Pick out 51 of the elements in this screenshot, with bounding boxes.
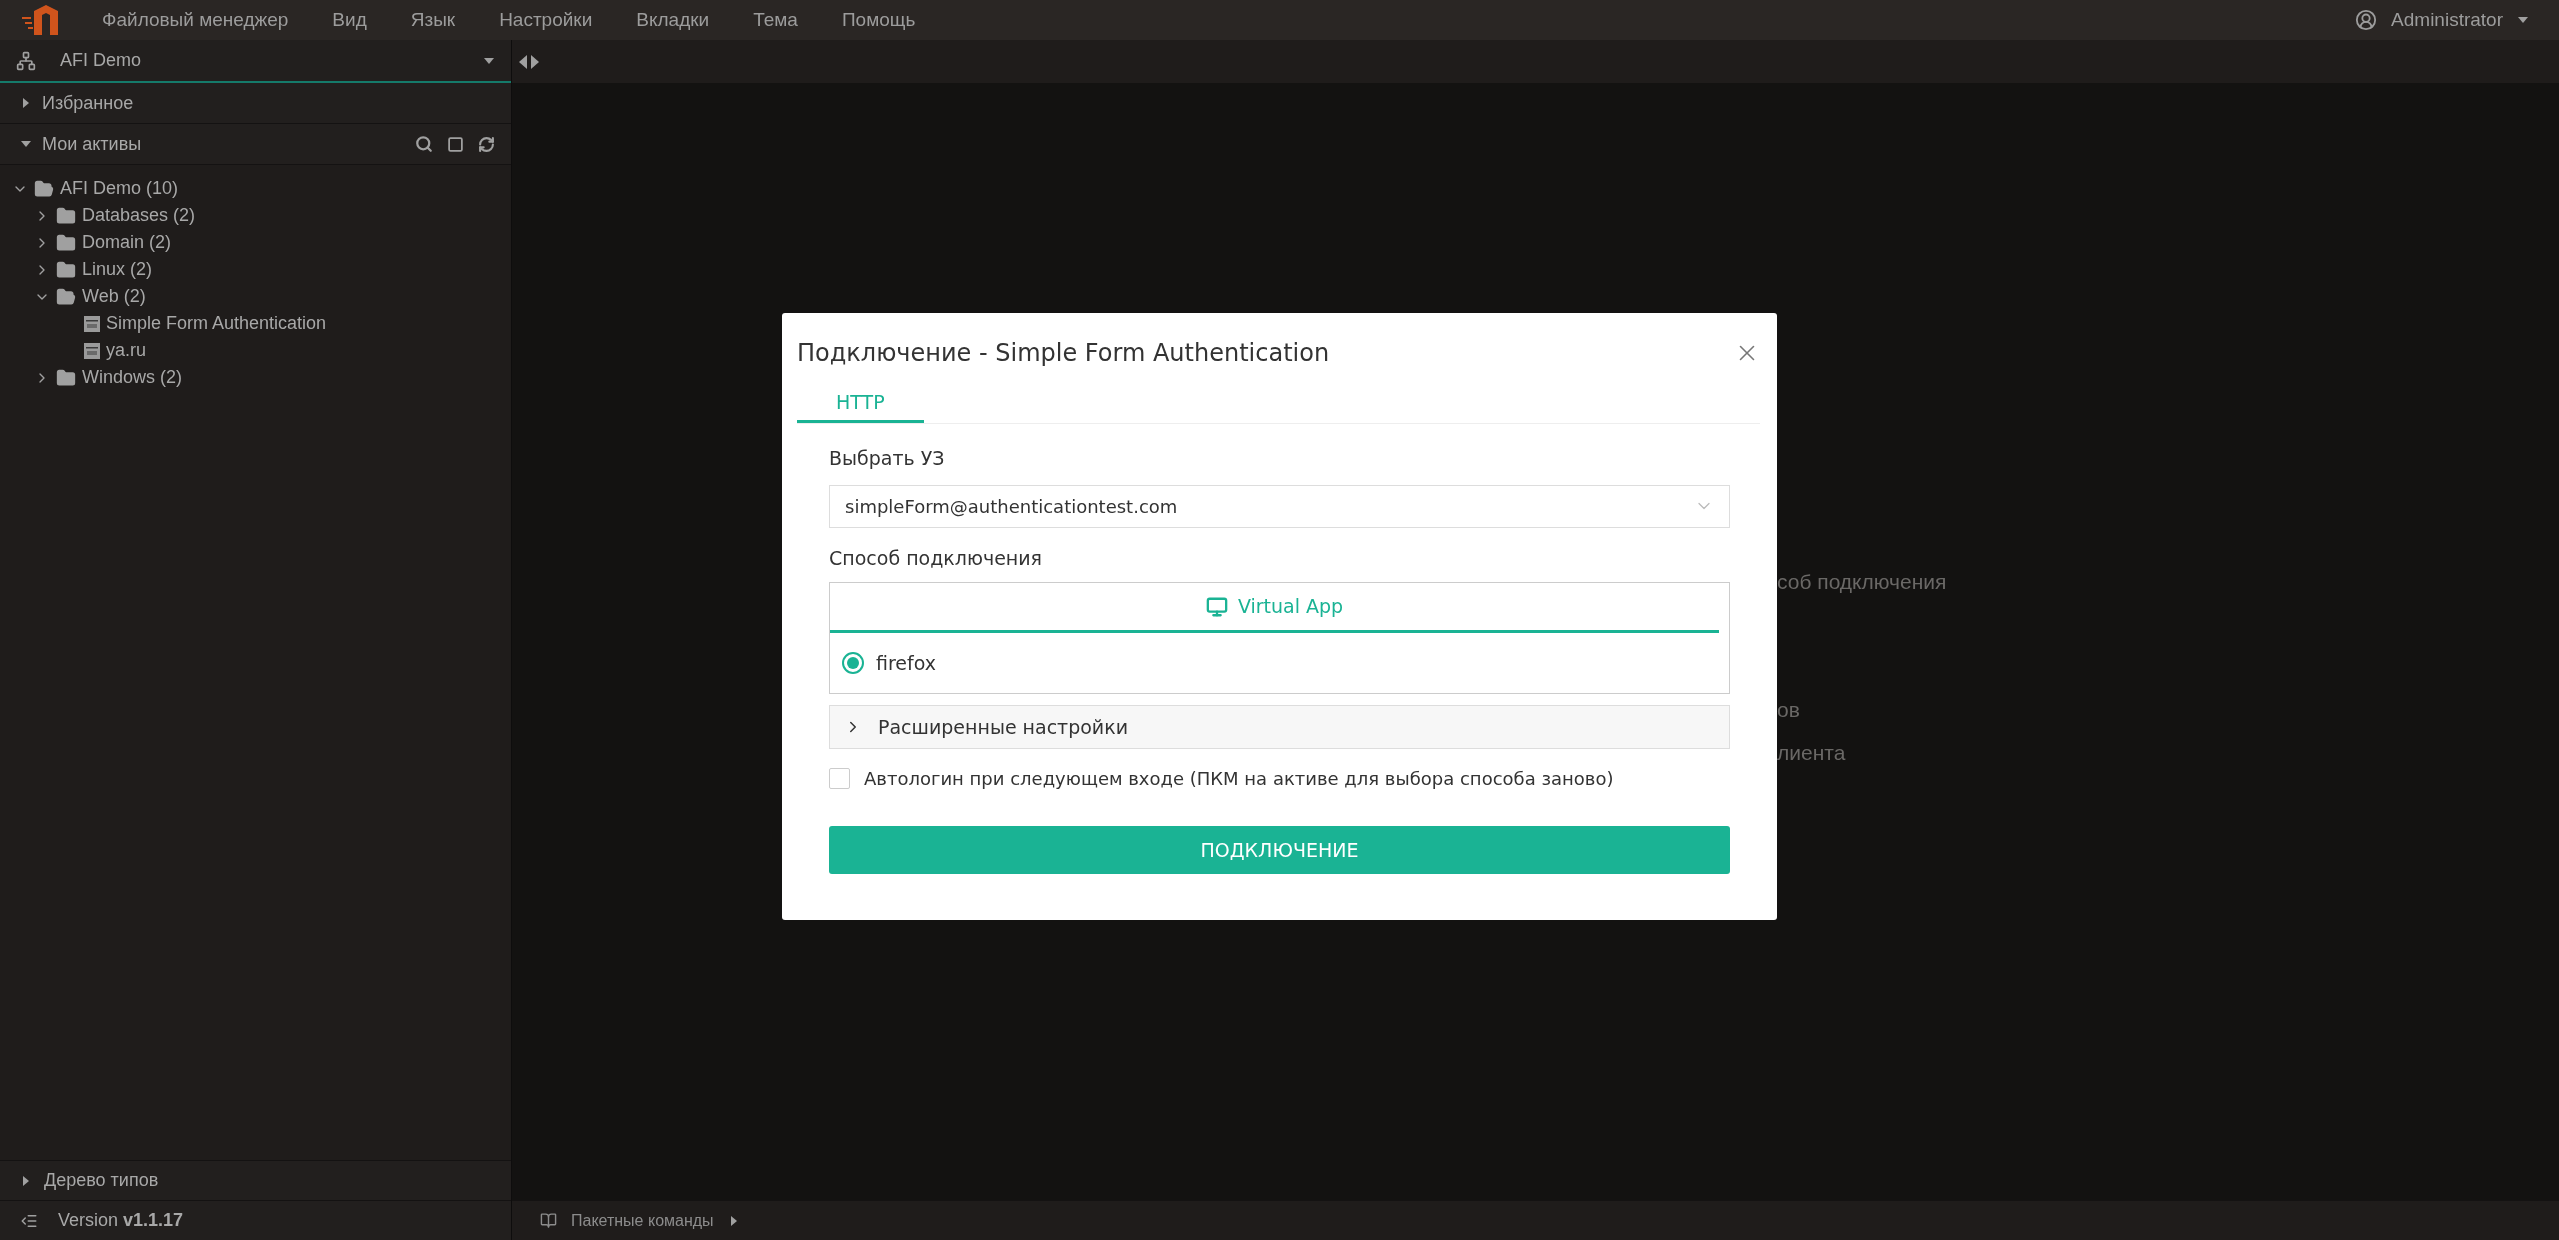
option-label[interactable]: firefox <box>876 648 937 678</box>
menu-item[interactable]: Тема <box>753 5 798 35</box>
tree-item-label[interactable]: Domain (2) <box>82 229 172 256</box>
field-label: Способ подключения <box>829 545 1043 571</box>
batch-commands-link[interactable]: Пакетные команды <box>571 1208 714 1233</box>
tree-item-label[interactable]: Simple Form Authentication <box>106 310 327 337</box>
folder-icon <box>34 178 54 199</box>
menu-item[interactable]: Вкладки <box>636 5 710 35</box>
folder-icon <box>56 367 76 388</box>
background-text: лиента <box>1777 740 1847 766</box>
advanced-settings-toggle[interactable]: Расширенные настройки <box>829 705 1730 749</box>
radio-button[interactable] <box>842 652 864 674</box>
folder-icon <box>56 205 76 226</box>
tree-item-label[interactable]: Windows (2) <box>82 364 183 391</box>
browser-window-icon <box>84 314 100 333</box>
section-header[interactable]: Избранное <box>42 89 134 117</box>
background-text: ов <box>1777 696 1801 723</box>
section-header[interactable]: Дерево типов <box>44 1167 159 1194</box>
scroll-right-icon[interactable] <box>530 53 540 70</box>
hierarchy-icon <box>16 50 36 71</box>
folder-icon <box>56 286 76 307</box>
scroll-left-icon[interactable] <box>518 53 528 70</box>
folder-icon <box>56 259 76 280</box>
section-header[interactable]: Мои активы <box>42 130 142 158</box>
refresh-icon[interactable] <box>478 135 495 153</box>
tree-item-label[interactable]: AFI Demo (10) <box>60 175 179 202</box>
menu-item[interactable]: Вид <box>332 5 367 35</box>
tree-item-label[interactable]: ya.ru <box>106 337 147 364</box>
square-icon[interactable] <box>447 135 464 153</box>
tree-item-label[interactable]: Linux (2) <box>82 256 153 283</box>
folder-icon <box>56 232 76 253</box>
browser-window-icon <box>84 341 100 360</box>
monitor-icon <box>1205 595 1228 618</box>
user-menu[interactable]: Administrator <box>2391 5 2503 35</box>
version-label: Version v1.1.17 <box>58 1209 184 1232</box>
background-text: соб подключения <box>1777 569 1948 595</box>
menu-item[interactable]: Настройки <box>499 5 593 35</box>
menu-item[interactable]: Файловый менеджер <box>102 5 289 35</box>
menu-item[interactable]: Помощь <box>841 5 916 35</box>
menu-item[interactable]: Язык <box>410 5 456 35</box>
checkbox[interactable] <box>829 768 850 789</box>
book-icon <box>540 1212 557 1229</box>
tree-item-label[interactable]: Web (2) <box>82 283 146 310</box>
search-icon[interactable] <box>415 135 433 153</box>
user-avatar-icon <box>2355 9 2378 31</box>
logo-icon <box>20 3 60 37</box>
dialog-title: Подключение - Simple Form Authentication <box>797 338 1330 369</box>
field-label: Выбрать УЗ <box>829 446 945 471</box>
tree-item-label[interactable]: Databases (2) <box>82 202 196 229</box>
account-select[interactable]: simpleForm@authenticationtest.com <box>829 484 1730 528</box>
checkbox-label[interactable]: Автологин при следующем входе (ПКМ на активе для выбора способа заново) <box>864 765 1614 792</box>
